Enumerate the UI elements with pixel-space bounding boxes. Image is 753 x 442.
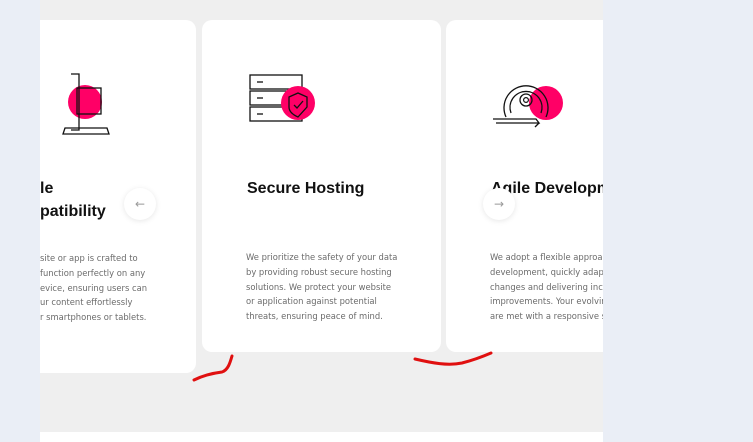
service-card-secure-hosting: Secure Hosting We prioritize the safety … — [202, 20, 441, 352]
service-card-agile-development: Agile Developm We adopt a flexible appro… — [446, 20, 603, 352]
card-description: site or app is crafted to function perfe… — [40, 253, 148, 323]
card-title: Secure Hosting — [247, 180, 365, 197]
mobile-responsive-icon — [62, 73, 110, 135]
carousel-next-button[interactable]: → — [483, 188, 515, 220]
services-carousel-section: le patibility site or app is crafted to … — [40, 0, 603, 442]
card-description: We prioritize the safety of your data by… — [246, 252, 398, 322]
server-shield-icon — [249, 74, 315, 122]
card-description: We adopt a flexible approac development,… — [490, 252, 603, 322]
page-left-margin — [0, 0, 40, 442]
service-card-mobile-compatibility: le patibility site or app is crafted to … — [40, 20, 196, 373]
agile-cycle-gear-icon — [493, 85, 563, 128]
card-title: le patibility — [40, 180, 106, 220]
page-right-margin — [603, 0, 753, 442]
arrow-right-icon: → — [493, 197, 505, 211]
carousel-prev-button[interactable]: ← — [124, 188, 156, 220]
arrow-left-icon: ← — [134, 197, 146, 211]
next-section-edge — [40, 432, 603, 442]
